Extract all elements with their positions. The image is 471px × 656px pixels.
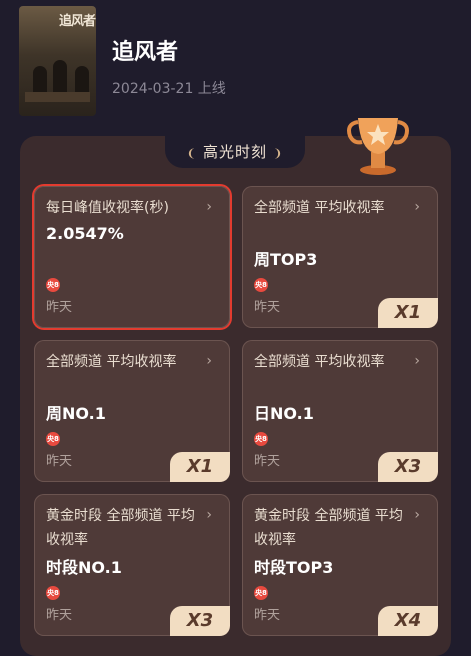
highlight-card[interactable]: 全部频道 平均收视率 › 周NO.1 央8 昨天 X1 (34, 340, 230, 482)
card-time: 昨天 (254, 608, 281, 623)
count-badge: X1 (378, 298, 438, 328)
count-badge: X4 (378, 606, 438, 636)
highlight-card[interactable]: 全部频道 平均收视率 › 日NO.1 央8 昨天 X3 (242, 340, 438, 482)
cctv8-logo-icon: 央8 (46, 586, 60, 600)
card-metric-name: 全部频道 平均收视率 (46, 354, 177, 370)
card-time: 昨天 (254, 300, 281, 315)
card-metric-name: 每日峰值收视率(秒) (46, 200, 169, 216)
card-time: 昨天 (254, 454, 281, 469)
card-metric-name: 全部频道 平均收视率 (254, 200, 385, 216)
poster-figure (53, 60, 67, 94)
cctv8-logo-icon: 央8 (46, 432, 60, 446)
poster-image: 追风者 (19, 6, 96, 116)
cctv8-logo-icon: 央8 (46, 278, 60, 292)
chevron-right-icon: › (206, 353, 212, 369)
cctv8-logo-icon: 央8 (254, 432, 268, 446)
trophy-icon (347, 118, 409, 175)
card-metric-name: 黄金时段 全部频道 平均收视率 (254, 508, 403, 548)
card-time: 昨天 (46, 454, 73, 469)
poster-figure (75, 66, 89, 94)
chevron-right-icon: › (414, 507, 420, 523)
cctv8-logo-icon: 央8 (254, 586, 268, 600)
chevron-right-icon: › (206, 199, 212, 215)
poster-title: 追风者 (59, 14, 96, 29)
section-title-text: 高光时刻 (202, 143, 267, 161)
show-title: 追风者 (112, 40, 179, 65)
highlight-card[interactable]: 黄金时段 全部频道 平均收视率 › 时段NO.1 央8 昨天 X3 (34, 494, 230, 636)
chevron-right-icon: › (206, 507, 212, 523)
poster-figure (33, 66, 47, 94)
card-time: 昨天 (46, 608, 73, 623)
card-value: 日NO.1 (254, 404, 314, 423)
card-value: 时段TOP3 (254, 558, 334, 577)
card-time: 昨天 (46, 300, 73, 315)
card-value: 周NO.1 (46, 404, 106, 423)
laurel-icon: ❨ (186, 147, 197, 160)
highlight-card[interactable]: 黄金时段 全部频道 平均收视率 › 时段TOP3 央8 昨天 X4 (242, 494, 438, 636)
count-badge: X3 (170, 606, 230, 636)
count-badge: X1 (170, 452, 230, 482)
card-value: 周TOP3 (254, 250, 318, 269)
laurel-icon: ❩ (273, 147, 284, 160)
card-metric-name: 全部频道 平均收视率 (254, 354, 385, 370)
poster-table (25, 92, 90, 102)
release-date: 2024-03-21 上线 (112, 81, 226, 97)
card-value: 2.0547% (46, 224, 124, 243)
card-metric-name: 黄金时段 全部频道 平均收视率 (46, 508, 195, 548)
chevron-right-icon: › (414, 199, 420, 215)
count-badge: X3 (378, 452, 438, 482)
highlight-card[interactable]: 全部频道 平均收视率 › 周TOP3 央8 昨天 X1 (242, 186, 438, 328)
card-value: 时段NO.1 (46, 558, 122, 577)
cctv8-logo-icon: 央8 (254, 278, 268, 292)
highlight-card[interactable]: 每日峰值收视率(秒) › 2.0547% 央8 昨天 (34, 186, 230, 328)
chevron-right-icon: › (414, 353, 420, 369)
section-title: ❨ 高光时刻 ❩ (165, 141, 305, 162)
